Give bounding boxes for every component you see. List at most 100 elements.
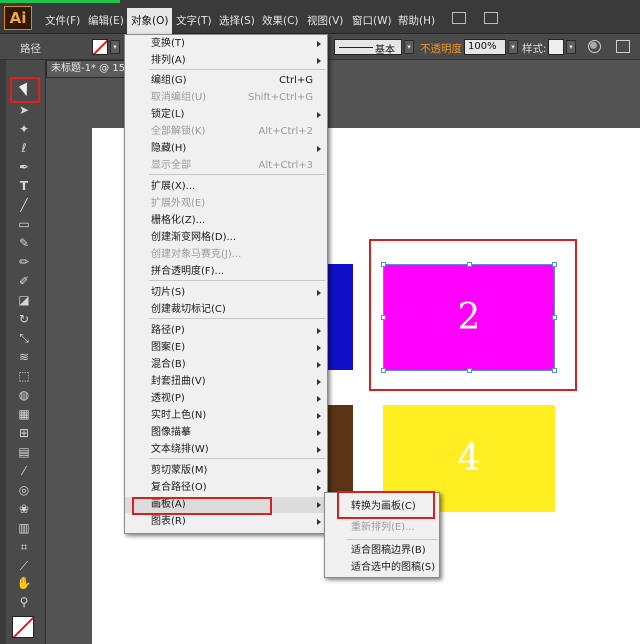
artboard-tool-icon[interactable]: ⌗ (16, 539, 32, 555)
fill-dropdown-icon[interactable]: ▾ (110, 40, 120, 54)
pen-tool-icon[interactable]: ✒ (16, 159, 32, 175)
menu-item-label: 显示全部 (151, 160, 191, 171)
menu-select[interactable]: 选择(S) (219, 13, 255, 28)
menu-help[interactable]: 帮助(H) (398, 13, 435, 28)
rotate-icon[interactable]: ↻ (16, 311, 32, 327)
menu-item-create-gradient-mesh[interactable]: 创建渐变网格(D)... (125, 230, 327, 246)
submenu-arrow-icon (317, 112, 321, 118)
opacity-dropdown-icon[interactable]: ▾ (508, 40, 518, 54)
menu-item-label: 取消编组(U) (151, 92, 207, 103)
menu-item-group[interactable]: 编组(G) Ctrl+G (125, 73, 327, 89)
menu-item-label: 隐藏(H) (151, 143, 187, 154)
menu-item-flatten-transparency[interactable]: 拼合透明度(F)... (125, 264, 327, 280)
magic-wand-icon[interactable]: ✦ (16, 121, 32, 137)
blend-icon[interactable]: ◎ (16, 482, 32, 498)
stroke-dropdown-icon[interactable]: ▾ (404, 40, 414, 54)
path-label: 路径 (20, 43, 41, 55)
arrange-documents-icon[interactable] (484, 12, 498, 24)
type-tool-icon[interactable]: T (16, 178, 32, 194)
line-tool-icon[interactable]: ╱ (16, 197, 32, 213)
stroke-style-dropdown[interactable]: 基本 (334, 39, 402, 56)
menu-item-arrange[interactable]: 排列(A) (125, 53, 327, 69)
rectangle-tool-icon[interactable]: ▭ (16, 216, 32, 232)
menu-file[interactable]: 文件(F) (45, 13, 80, 28)
hand-icon[interactable]: ✋ (16, 575, 32, 591)
perspective-grid-icon[interactable]: ▦ (16, 406, 32, 422)
gradient-icon[interactable]: ▤ (16, 444, 32, 460)
menu-item-create-trim-marks[interactable]: 创建裁切标记(C) (125, 302, 327, 318)
annotation-highlight-artboard (369, 239, 577, 391)
submenu-item-label: 重新排列(E)... (351, 522, 415, 533)
menu-item-hide[interactable]: 隐藏(H) (125, 141, 327, 157)
menu-item-envelope-distort[interactable]: 封套扭曲(V) (125, 374, 327, 390)
menu-window[interactable]: 窗口(W) (352, 13, 392, 28)
annotation-highlight-artboard-menu (132, 497, 272, 515)
menu-item-live-paint[interactable]: 实时上色(N) (125, 408, 327, 424)
menu-item-slice[interactable]: 切片(S) (125, 285, 327, 301)
menu-item-perspective[interactable]: 透视(P) (125, 391, 327, 407)
menu-item-image-trace[interactable]: 图像描摹 (125, 425, 327, 441)
submenu-arrow-icon (317, 396, 321, 402)
menu-object[interactable]: 对象(O) (127, 8, 173, 34)
opacity-label[interactable]: 不透明度 (420, 41, 462, 56)
menu-type[interactable]: 文字(T) (176, 13, 212, 28)
menu-item-path[interactable]: 路径(P) (125, 323, 327, 339)
symbol-sprayer-icon[interactable]: ❀ (16, 501, 32, 517)
column-graph-icon[interactable]: ▥ (16, 520, 32, 536)
paintbrush-icon[interactable]: ✎ (16, 235, 32, 251)
menu-item-label: 创建对象马赛克(J)... (151, 249, 242, 260)
menu-item-transform[interactable]: 变换(T) (125, 36, 327, 52)
eyedropper-icon[interactable]: ⁄ (16, 463, 32, 479)
stroke-line-preview (339, 47, 373, 48)
illustrator-window: Ai 文件(F) 编辑(E) 对象(O) 文字(T) 选择(S) 效果(C) 视… (0, 0, 640, 644)
menu-item-label: 图表(R) (151, 516, 186, 527)
menu-item-expand[interactable]: 扩展(X)... (125, 179, 327, 195)
object-menu-dropdown: 变换(T) 排列(A) 编组(G) Ctrl+G 取消编组(U) Shift+Ctrl+G… (124, 34, 328, 534)
submenu-item-fit-to-selected-art[interactable]: 适合选中的图稿(S) (325, 560, 439, 576)
menu-effect[interactable]: 效果(C) (262, 13, 299, 28)
submenu-arrow-icon (317, 468, 321, 474)
menu-edit[interactable]: 编辑(E) (88, 13, 124, 28)
menu-item-compound-path[interactable]: 复合路径(O) (125, 480, 327, 496)
opacity-input[interactable]: 100% (464, 39, 506, 55)
menu-item-clipping-mask[interactable]: 剪切蒙版(M) (125, 463, 327, 479)
menu-item-label: 创建渐变网格(D)... (151, 232, 237, 243)
menu-view[interactable]: 视图(V) (307, 13, 343, 28)
menu-item-label: 锁定(L) (151, 109, 185, 120)
mesh-icon[interactable]: ⊞ (16, 425, 32, 441)
shape-builder-icon[interactable]: ◍ (16, 387, 32, 403)
style-dropdown-icon[interactable]: ▾ (566, 40, 576, 54)
document-tab[interactable]: 未标题-1* @ 150% (46, 60, 126, 78)
menu-item-rasterize[interactable]: 栅格化(Z)... (125, 213, 327, 229)
fill-stroke-icon[interactable] (12, 616, 34, 638)
zoom-icon[interactable]: ⚲ (16, 594, 32, 610)
menu-item-show-all: 显示全部 Alt+Ctrl+3 (125, 158, 327, 174)
menu-item-lock[interactable]: 锁定(L) (125, 107, 327, 123)
menu-item-label: 扩展外观(E) (151, 198, 206, 209)
blob-brush-icon[interactable]: ✐ (16, 273, 32, 289)
scale-icon[interactable]: ⤡ (16, 330, 32, 346)
warp-icon[interactable]: ≋ (16, 349, 32, 365)
graphic-style-swatch[interactable] (548, 39, 564, 55)
lasso-icon[interactable]: ℓ (16, 140, 32, 156)
slice-icon[interactable]: ⟋ (16, 558, 32, 574)
recolor-artwork-icon[interactable] (588, 40, 601, 53)
menu-item-text-wrap[interactable]: 文本绕排(W) (125, 442, 327, 458)
menu-item-label: 透视(P) (151, 393, 185, 404)
menu-item-blend[interactable]: 混合(B) (125, 357, 327, 373)
selection-tool-icon[interactable] (16, 82, 33, 98)
menu-item-graph[interactable]: 图表(R) (125, 514, 327, 530)
free-transform-icon[interactable]: ⬚ (16, 368, 32, 384)
bridge-icon[interactable] (452, 12, 466, 24)
pencil-icon[interactable]: ✏ (16, 254, 32, 270)
align-panel-icon[interactable] (616, 40, 630, 53)
submenu-arrow-icon (317, 328, 321, 334)
menu-item-shortcut: Alt+Ctrl+3 (258, 160, 313, 171)
submenu-item-rearrange: 重新排列(E)... (325, 520, 439, 536)
tools-panel-grip[interactable] (0, 60, 6, 644)
menu-item-pattern[interactable]: 图案(E) (125, 340, 327, 356)
submenu-item-fit-to-artwork-bounds[interactable]: 适合图稿边界(B) (325, 543, 439, 559)
fill-swatch[interactable] (92, 39, 108, 55)
direct-selection-tool-icon[interactable]: ➤ (16, 102, 32, 118)
eraser-icon[interactable]: ◪ (16, 292, 32, 308)
